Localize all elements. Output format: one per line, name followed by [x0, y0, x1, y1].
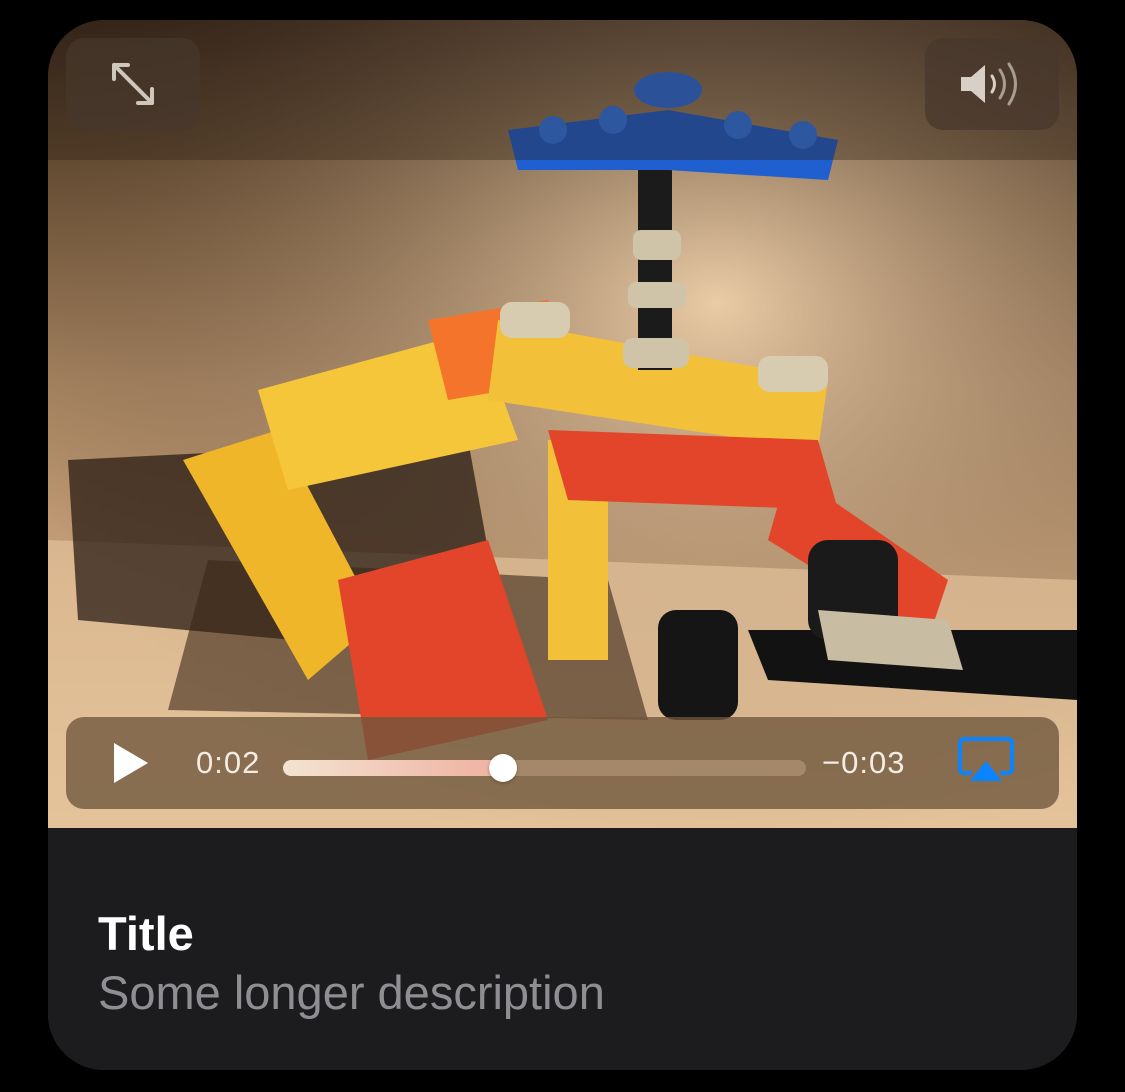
progress-scrubber[interactable]	[283, 753, 806, 782]
playback-controls: 0:02 −0:03	[66, 717, 1059, 809]
fullscreen-button[interactable]	[66, 38, 200, 130]
expand-arrows-icon	[112, 63, 154, 105]
play-icon	[114, 743, 148, 783]
airplay-icon	[958, 737, 1014, 781]
video-player[interactable]: 0:02 −0:03	[48, 20, 1077, 828]
video-frame	[48, 20, 1077, 828]
airplay-button[interactable]	[958, 737, 1014, 787]
play-button[interactable]	[106, 739, 154, 787]
video-description: Some longer description	[98, 966, 605, 1019]
progress-fill	[283, 760, 503, 776]
video-title: Title	[98, 907, 194, 960]
remaining-time: −0:03	[822, 745, 906, 780]
scrubber-thumb[interactable]	[488, 754, 517, 782]
video-info: Title Some longer description	[48, 828, 1077, 1070]
speaker-volume-icon	[961, 62, 1017, 106]
video-card: 0:02 −0:03 Title Some longer description	[48, 20, 1077, 1070]
elapsed-time: 0:02	[196, 745, 261, 780]
volume-button[interactable]	[925, 38, 1059, 130]
